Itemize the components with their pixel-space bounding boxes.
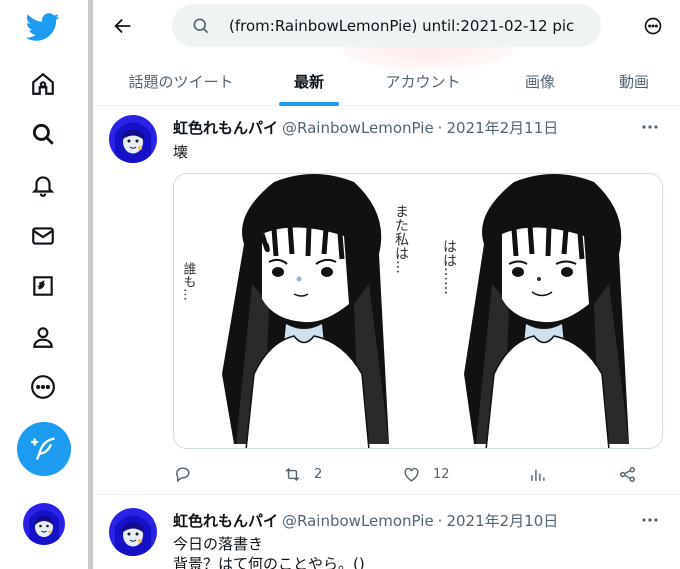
retweet-button[interactable]: 2: [283, 461, 322, 487]
active-tab-indicator: [279, 102, 339, 106]
tweet-text-line: 今日の落書き: [173, 535, 264, 553]
profile-icon[interactable]: [19, 313, 67, 361]
tab-label: 動画: [618, 72, 649, 91]
arrow-left-icon: [114, 18, 131, 34]
tab-top[interactable]: 話題のツイート: [111, 56, 251, 106]
tweet-more-button[interactable]: [638, 510, 662, 530]
tab-photos[interactable]: 画像: [505, 56, 575, 106]
right-speech-text: はは……: [441, 239, 457, 295]
home-icon[interactable]: [19, 60, 67, 108]
more-circle-icon[interactable]: [19, 363, 67, 411]
tweet-date[interactable]: 2021年2月11日: [446, 117, 558, 138]
tab-label: 話題のツイート: [128, 72, 234, 91]
tab-label: 最新: [293, 72, 324, 91]
bookmarks-icon[interactable]: [19, 262, 67, 310]
tweet-header: 虹色れもんパイ @RainbowLemonPie · 2021年2月10日: [173, 510, 558, 531]
tab-label: 画像: [524, 72, 555, 91]
retweet-count: 2: [314, 466, 323, 482]
tweet[interactable]: 虹色れもんパイ @RainbowLemonPie · 2021年2月11日 壊: [93, 107, 680, 495]
tab-videos[interactable]: 動画: [599, 56, 669, 106]
tweet-header: 虹色れもんパイ @RainbowLemonPie · 2021年2月11日: [173, 117, 558, 138]
explore-search-icon[interactable]: [19, 110, 67, 158]
more-horizontal-icon: [642, 518, 658, 522]
middle-speech-text: また私は…: [393, 204, 409, 274]
search-tabs: 話題のツイート 最新 アカウント 画像 動画: [93, 56, 680, 106]
search-header: [93, 0, 680, 52]
search-box[interactable]: [172, 4, 601, 47]
tweet-actions: 2 12: [173, 461, 653, 487]
illustration: 誰も… また私は… はは……: [174, 174, 662, 448]
tweet-text: 壊: [173, 143, 189, 161]
analytics-bars-icon: [531, 469, 545, 481]
display-name[interactable]: 虹色れもんパイ: [173, 510, 278, 531]
tweet-date[interactable]: 2021年2月10日: [446, 510, 558, 531]
display-name[interactable]: 虹色れもんパイ: [173, 117, 278, 138]
tweet-image[interactable]: 誰も… また私は… はは……: [173, 173, 663, 449]
feather-plus-icon: [31, 437, 55, 460]
like-count: 12: [433, 466, 450, 482]
tab-people[interactable]: アカウント: [373, 56, 473, 106]
user-handle[interactable]: @RainbowLemonPie: [282, 512, 434, 530]
share-button[interactable]: [618, 461, 637, 487]
more-horizontal-icon: [642, 125, 658, 129]
main-column: 話題のツイート 最新 アカウント 画像 動画: [93, 0, 680, 569]
like-button[interactable]: 12: [402, 461, 450, 487]
tweet-text-line: 背景？はて何のことやら。(): [173, 555, 365, 569]
tweet-more-button[interactable]: [638, 117, 662, 137]
notifications-bell-icon[interactable]: [19, 161, 67, 209]
search-input[interactable]: [229, 16, 589, 35]
avatar[interactable]: [109, 115, 157, 163]
more-circle-icon: [644, 17, 662, 35]
avatar[interactable]: [109, 508, 157, 556]
reply-icon: [176, 466, 190, 482]
retweet-icon: [285, 467, 300, 481]
account-avatar[interactable]: [23, 503, 65, 545]
back-button[interactable]: [105, 8, 141, 44]
tab-label: アカウント: [385, 72, 461, 91]
search-options-button[interactable]: [637, 10, 669, 42]
compose-tweet-button[interactable]: [17, 422, 71, 476]
tweet[interactable]: 虹色れもんパイ @RainbowLemonPie · 2021年2月10日 今日…: [93, 496, 680, 569]
separator-dot: ·: [437, 118, 443, 137]
search-icon: [193, 18, 209, 33]
user-handle[interactable]: @RainbowLemonPie: [282, 119, 434, 137]
messages-envelope-icon[interactable]: [19, 212, 67, 260]
share-icon: [620, 466, 635, 482]
separator-dot: ·: [437, 511, 443, 530]
reply-button[interactable]: [173, 461, 204, 487]
heart-icon: [404, 467, 419, 482]
twitter-logo-icon[interactable]: [19, 3, 67, 51]
left-speech-text: 誰も…: [181, 261, 197, 301]
analytics-button[interactable]: [528, 461, 547, 487]
tab-latest[interactable]: 最新: [269, 56, 349, 106]
left-navigation: [0, 0, 93, 569]
